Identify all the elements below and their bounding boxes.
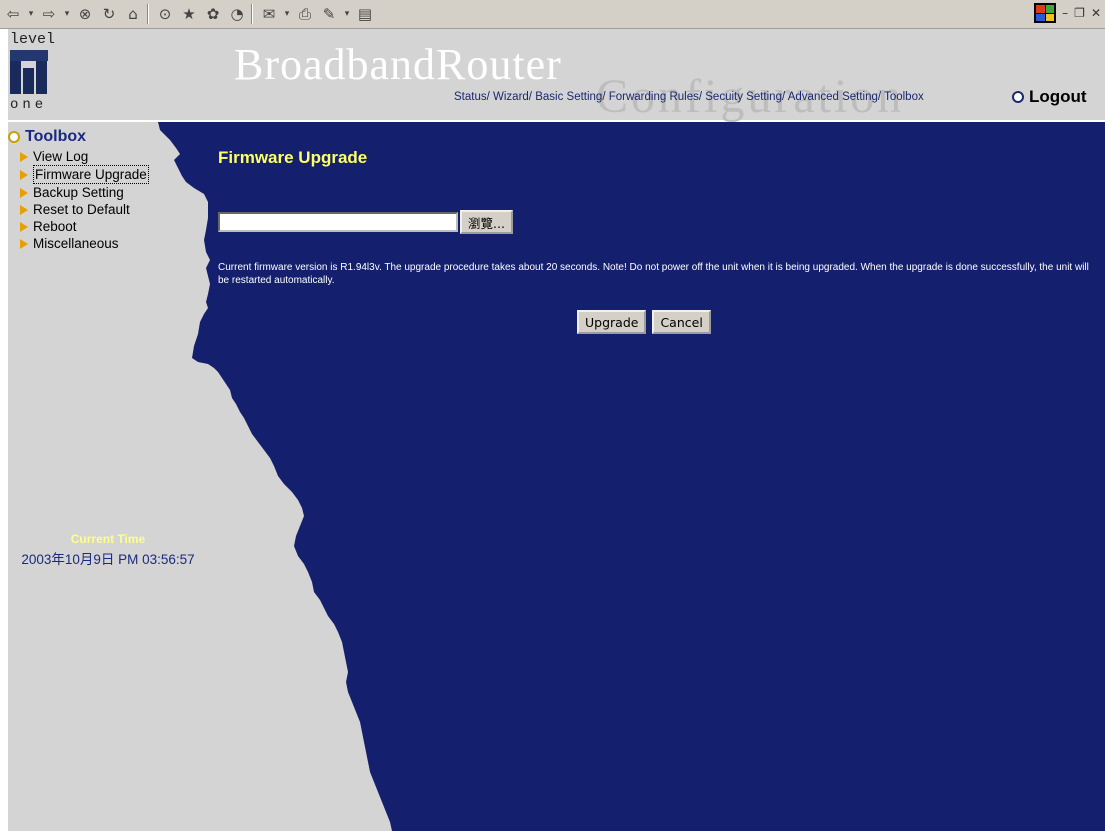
sidebar-item-reboot[interactable]: Reboot: [20, 218, 149, 235]
minimize-icon[interactable]: –: [1062, 6, 1068, 20]
sidebar: Toolbox View Log Firmware Upgrade Backup…: [8, 128, 149, 252]
sidebar-item-label: View Log: [33, 149, 89, 164]
main-area: Toolbox View Log Firmware Upgrade Backup…: [8, 122, 1105, 831]
toolbox-circle-icon: [8, 131, 20, 143]
sidebar-items: View Log Firmware Upgrade Backup Setting…: [20, 148, 149, 252]
logout-label: Logout: [1029, 87, 1087, 106]
logo-top-text: level: [10, 31, 56, 48]
nav-advanced-setting[interactable]: Advanced Setting/: [788, 91, 881, 103]
nav-basic-setting[interactable]: Basic Setting/: [535, 91, 605, 103]
action-buttons: Upgrade Cancel: [577, 310, 711, 334]
sidebar-item-label: Reboot: [33, 219, 77, 234]
cancel-button[interactable]: Cancel: [652, 310, 711, 334]
logout-circle-icon: [1012, 91, 1024, 103]
dropdown-icon[interactable]: ▾: [62, 3, 72, 25]
current-time: Current Time 2003年10月9日 PM 03:56:57: [8, 532, 208, 568]
firmware-note: Current firmware version is R1.94l3v. Th…: [218, 262, 1089, 286]
logout-link[interactable]: Logout: [1012, 87, 1087, 107]
firmware-file-input[interactable]: [218, 212, 458, 232]
nav-wizard[interactable]: Wizard/: [493, 91, 532, 103]
arrow-icon: [20, 204, 28, 215]
top-nav: Status/ Wizard/ Basic Setting/ Forwardin…: [454, 91, 924, 103]
stop-icon[interactable]: ⊗: [74, 3, 96, 25]
sidebar-item-label: Backup Setting: [33, 185, 124, 200]
arrow-icon: [20, 151, 28, 162]
dropdown-icon[interactable]: ▾: [342, 3, 352, 25]
discuss-icon[interactable]: ▤: [354, 3, 376, 25]
sidebar-item-label: Reset to Default: [33, 202, 130, 217]
upgrade-button[interactable]: Upgrade: [577, 310, 647, 334]
levelone-logo: level one: [10, 31, 60, 115]
arrow-icon: [20, 169, 28, 180]
window-controls: – ❐ ✕: [1034, 3, 1101, 23]
arrow-icon: [20, 187, 28, 198]
arrow-icon: [20, 221, 28, 232]
media-icon[interactable]: ✿: [202, 3, 224, 25]
favorites-icon[interactable]: ★: [178, 3, 200, 25]
logo-mark-icon: [10, 50, 48, 94]
nav-toolbox[interactable]: Toolbox: [884, 91, 924, 103]
browse-button[interactable]: 瀏覽...: [460, 210, 513, 234]
current-time-value: 2003年10月9日 PM 03:56:57: [21, 552, 195, 567]
file-picker: 瀏覽...: [218, 210, 513, 234]
nav-security-setting[interactable]: Secuity Setting/: [705, 91, 785, 103]
history-icon[interactable]: ◔: [226, 3, 248, 25]
close-icon[interactable]: ✕: [1091, 6, 1101, 20]
dropdown-icon[interactable]: ▾: [26, 3, 36, 25]
sidebar-title: Toolbox: [8, 128, 149, 146]
toolbar-separator: [147, 4, 149, 24]
mail-icon[interactable]: ✉: [258, 3, 280, 25]
sidebar-item-firmware-upgrade[interactable]: Firmware Upgrade: [20, 165, 149, 184]
back-icon[interactable]: ⇦: [2, 3, 24, 25]
restore-icon[interactable]: ❐: [1074, 6, 1085, 20]
current-time-label: Current Time: [70, 532, 146, 546]
page-title: Firmware Upgrade: [218, 148, 368, 167]
nav-forwarding-rules[interactable]: Forwarding Rules/: [609, 91, 702, 103]
edit-icon[interactable]: ✎: [318, 3, 340, 25]
nav-status[interactable]: Status/: [454, 91, 490, 103]
search-icon[interactable]: ⊙: [154, 3, 176, 25]
content-background: [158, 122, 1105, 831]
dropdown-icon[interactable]: ▾: [282, 3, 292, 25]
sidebar-item-label: Miscellaneous: [33, 236, 119, 251]
home-icon[interactable]: ⌂: [122, 3, 144, 25]
print-icon[interactable]: ⎙: [294, 3, 316, 25]
browser-toolbar: ⇦ ▾ ⇨ ▾ ⊗ ↻ ⌂ ⊙ ★ ✿ ◔ ✉ ▾ ⎙ ✎ ▾ ▤ – ❐ ✕: [0, 0, 1105, 29]
brand-title: BroadbandRouter: [234, 40, 562, 89]
forward-icon[interactable]: ⇨: [38, 3, 60, 25]
windows-logo-icon: [1034, 3, 1057, 23]
logo-bottom-text: one: [10, 97, 48, 113]
sidebar-item-reset-to-default[interactable]: Reset to Default: [20, 201, 149, 218]
arrow-icon: [20, 238, 28, 249]
sidebar-title-label: Toolbox: [25, 128, 87, 145]
refresh-icon[interactable]: ↻: [98, 3, 120, 25]
sidebar-item-label: Firmware Upgrade: [33, 165, 149, 184]
sidebar-item-backup-setting[interactable]: Backup Setting: [20, 184, 149, 201]
sidebar-item-view-log[interactable]: View Log: [20, 148, 149, 165]
router-header: level one Configuration BroadbandRouter …: [8, 29, 1105, 123]
sidebar-item-miscellaneous[interactable]: Miscellaneous: [20, 235, 149, 252]
toolbar-separator: [251, 4, 253, 24]
